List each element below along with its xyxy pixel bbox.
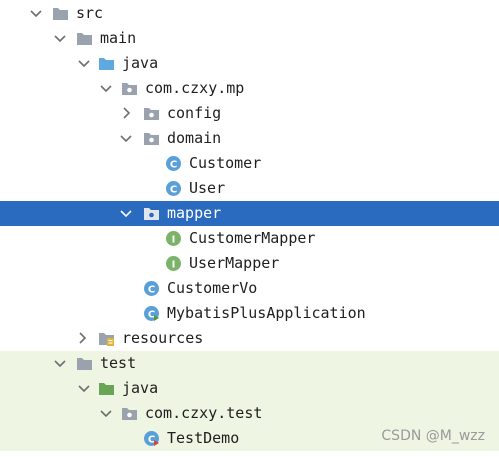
tree-row-src[interactable]: src xyxy=(0,1,499,26)
tree-item-label: CustomerMapper xyxy=(189,229,316,247)
chevron-right-icon[interactable] xyxy=(74,330,90,346)
svg-text:C: C xyxy=(170,185,177,196)
chevron-down-icon[interactable] xyxy=(76,55,92,71)
tree-item-label: UserMapper xyxy=(189,254,280,272)
package-icon xyxy=(144,108,159,120)
runnable-class-icon: C xyxy=(144,306,159,321)
folder-icon xyxy=(77,358,92,370)
chevron-right-icon[interactable] xyxy=(118,105,134,121)
tree-item-label: User xyxy=(189,179,226,197)
tree-row-main[interactable]: main xyxy=(0,26,499,51)
package-icon xyxy=(144,208,159,220)
test-class-icon: C xyxy=(144,431,159,446)
tree-row-class-user[interactable]: C User xyxy=(0,176,499,201)
tree-item-label: domain xyxy=(167,129,222,147)
tree-item-label: resources xyxy=(122,329,204,347)
chevron-down-icon[interactable] xyxy=(76,380,92,396)
tree-item-label: CustomerVo xyxy=(167,279,258,297)
class-icon: C xyxy=(144,281,159,296)
tree-row-package-config[interactable]: config xyxy=(0,101,499,126)
tree-row-test[interactable]: test xyxy=(0,351,499,376)
class-icon: C xyxy=(166,181,181,196)
package-icon xyxy=(122,408,137,420)
svg-text:C: C xyxy=(148,285,155,296)
tree-row-class-mybatis-plus-application[interactable]: C MybatisPlusApplication xyxy=(0,301,499,326)
tree-item-label: Customer xyxy=(189,154,262,172)
tree-row-package-com-czxy-mp[interactable]: com.czxy.mp xyxy=(0,76,499,101)
tree-row-test-java[interactable]: java xyxy=(0,376,499,401)
tree-item-label: mapper xyxy=(167,204,222,222)
chevron-down-icon[interactable] xyxy=(98,80,114,96)
package-icon xyxy=(122,83,137,95)
test-source-folder-icon xyxy=(99,383,114,395)
tree-row-package-com-czxy-test[interactable]: com.czxy.test xyxy=(0,401,499,426)
tree-row-resources[interactable]: resources xyxy=(0,326,499,351)
tree-item-label: src xyxy=(76,4,104,22)
interface-icon: I xyxy=(166,231,181,246)
tree-item-label: com.czxy.test xyxy=(145,404,263,422)
folder-icon xyxy=(77,33,92,45)
package-icon xyxy=(144,133,159,145)
chevron-down-icon[interactable] xyxy=(98,405,114,421)
tree-row-interface-customer-mapper[interactable]: I CustomerMapper xyxy=(0,226,499,251)
tree-item-label: MybatisPlusApplication xyxy=(167,304,366,322)
tree-item-label: test xyxy=(100,354,137,372)
tree-item-label: config xyxy=(167,104,222,122)
tree-row-package-mapper[interactable]: mapper xyxy=(0,201,499,226)
svg-text:C: C xyxy=(170,160,177,171)
chevron-down-icon[interactable] xyxy=(118,130,134,146)
tree-item-label: com.czxy.mp xyxy=(145,79,245,97)
tree-item-label: TestDemo xyxy=(167,429,240,447)
svg-text:I: I xyxy=(172,260,176,271)
tree-row-java[interactable]: java xyxy=(0,51,499,76)
tree-row-package-domain[interactable]: domain xyxy=(0,126,499,151)
svg-text:I: I xyxy=(172,235,176,246)
chevron-down-icon[interactable] xyxy=(28,5,44,21)
chevron-down-icon[interactable] xyxy=(52,30,68,46)
chevron-down-icon[interactable] xyxy=(118,205,134,221)
source-folder-icon xyxy=(99,58,114,70)
interface-icon: I xyxy=(166,256,181,271)
class-icon: C xyxy=(166,156,181,171)
chevron-down-icon[interactable] xyxy=(52,355,68,371)
folder-icon xyxy=(53,8,68,20)
tree-item-label: java xyxy=(122,54,159,72)
resources-folder-icon xyxy=(99,333,114,346)
watermark: CSDN @M_wzz xyxy=(381,428,485,444)
tree-row-class-customer-vo[interactable]: C CustomerVo xyxy=(0,276,499,301)
tree-item-label: main xyxy=(100,29,137,47)
tree-row-class-customer[interactable]: C Customer xyxy=(0,151,499,176)
tree-item-label: java xyxy=(122,379,159,397)
tree-row-interface-user-mapper[interactable]: I UserMapper xyxy=(0,251,499,276)
